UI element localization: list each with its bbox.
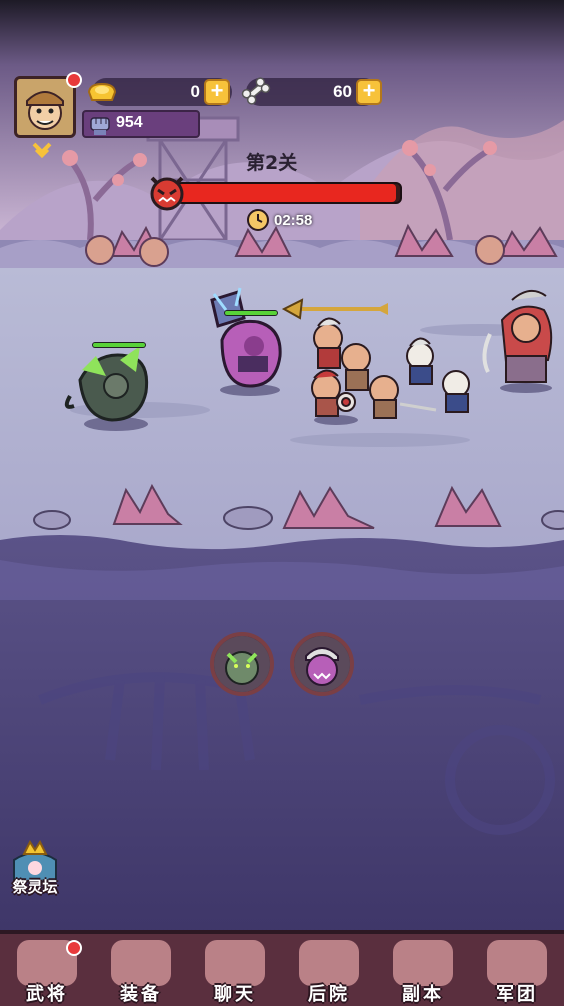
add-bone-button[interactable]: + xyxy=(356,79,382,105)
add-gold-button[interactable]: + xyxy=(204,79,230,105)
boss-demon-icon xyxy=(146,172,188,212)
stage-label: 第2关 xyxy=(246,152,298,174)
nav-label-legion: 军团 xyxy=(496,984,538,1005)
nav-item-legion[interactable]: 军团 xyxy=(470,934,564,1006)
gold-value: 0 xyxy=(190,82,200,101)
bone-value: 60 xyxy=(333,82,352,101)
nav-label-dungeon: 副本 xyxy=(402,984,444,1005)
spirit-altar-button[interactable]: 祭灵坛 xyxy=(6,838,64,900)
avatar-notification-badge xyxy=(66,72,82,88)
gold-ingot-icon xyxy=(86,78,118,104)
boss-health-fill xyxy=(178,184,396,202)
nav-label-generals: 武将 xyxy=(26,984,68,1005)
nav-label-backyard: 后院 xyxy=(308,984,350,1005)
nav-label-chat: 聊天 xyxy=(214,984,256,1005)
boss-health-bar xyxy=(176,182,402,204)
hero-skill-ogre-button[interactable] xyxy=(290,632,354,696)
nav-label-equipment: 装备 xyxy=(120,984,162,1005)
avatar-portrait-icon xyxy=(17,79,73,135)
dragon-hero-portrait-icon xyxy=(214,636,270,692)
ogre-hero-portrait-icon xyxy=(294,636,350,692)
bone-icon xyxy=(240,76,272,106)
nav-item-backyard[interactable]: 后院 xyxy=(282,934,376,1006)
generals-notification-badge xyxy=(66,940,82,956)
nav-item-chat[interactable]: 聊天 xyxy=(188,934,282,1006)
nav-item-equipment[interactable]: 装备 xyxy=(94,934,188,1006)
hero-skill-dragon-button[interactable] xyxy=(210,632,274,696)
altar-label: 祭灵坛 xyxy=(12,878,58,896)
player-avatar[interactable] xyxy=(14,76,76,138)
combat-power-value: 954 xyxy=(116,114,143,131)
expand-chevron-icon[interactable] xyxy=(32,142,52,159)
nav-item-generals[interactable]: 武将 xyxy=(0,934,94,1006)
fist-power-icon xyxy=(88,112,112,136)
battle-timer: 02:58 xyxy=(274,212,313,229)
nav-item-dungeon[interactable]: 副本 xyxy=(376,934,470,1006)
timer-clock-icon xyxy=(246,208,270,232)
